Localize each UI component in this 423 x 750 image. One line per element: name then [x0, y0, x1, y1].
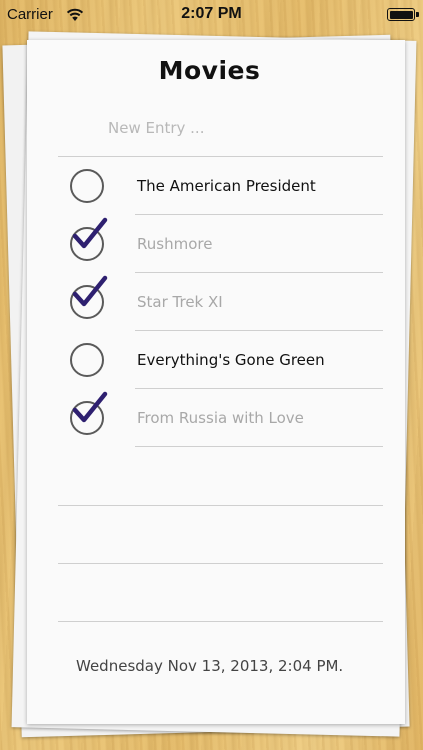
list-item-label: Rushmore [137, 235, 213, 253]
list-item[interactable]: The American President [60, 158, 385, 216]
list-item[interactable]: Star Trek XI [60, 274, 385, 332]
list-title: Movies [158, 56, 261, 85]
list-item-label: Star Trek XI [137, 293, 223, 311]
list-item[interactable]: Rushmore [60, 216, 385, 274]
list-item[interactable]: From Russia with Love [60, 390, 385, 448]
divider [58, 505, 383, 506]
checkmark-icon [72, 217, 108, 249]
battery-full-icon [387, 8, 419, 21]
list-item-label: The American President [137, 177, 316, 195]
list-item-label: From Russia with Love [137, 409, 304, 427]
new-entry-input[interactable] [108, 115, 378, 141]
checkmark-icon [72, 275, 108, 307]
list-date: Wednesday Nov 13, 2013, 2:04 PM. [76, 657, 344, 675]
divider [58, 621, 383, 622]
checkbox-circle[interactable] [70, 343, 104, 377]
divider [58, 156, 383, 157]
list-item[interactable]: Everything's Gone Green [60, 332, 385, 390]
list-item-label: Everything's Gone Green [137, 351, 325, 369]
status-time: 2:07 PM [181, 5, 242, 22]
status-bar: Carrier 2:07 PM [0, 0, 423, 30]
checkmark-icon [72, 391, 108, 423]
divider [58, 563, 383, 564]
checkbox-circle[interactable] [70, 169, 104, 203]
